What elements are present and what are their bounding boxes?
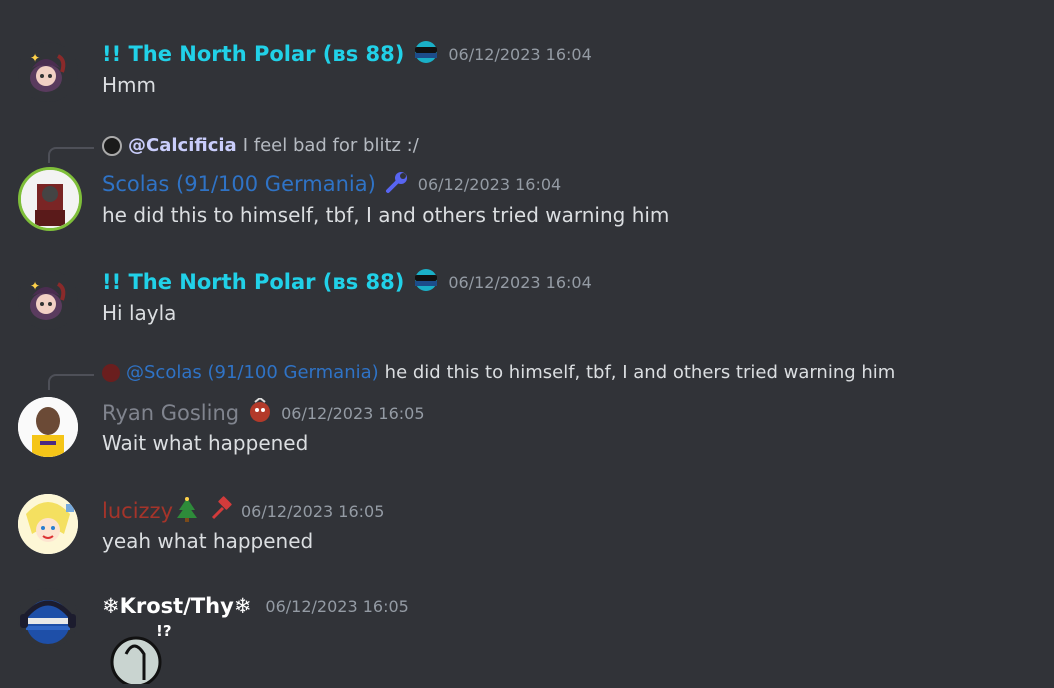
- svg-text:✦: ✦: [30, 51, 40, 65]
- sticker-text: !?: [156, 622, 172, 640]
- timestamp: 06/12/2023 16:04: [448, 44, 592, 64]
- avatar[interactable]: [18, 397, 78, 457]
- message-text: Hmm: [102, 73, 157, 97]
- timestamp: 06/12/2023 16:05: [241, 501, 385, 521]
- message-text: yeah what happened: [102, 529, 314, 553]
- sticker[interactable]: !?: [106, 622, 176, 688]
- author-name[interactable]: ❄Krost/Thy❄: [102, 594, 251, 618]
- reply-preview[interactable]: @Scolas (91/100 Germania) he did this to…: [102, 362, 895, 383]
- svg-text:✦: ✦: [30, 279, 40, 293]
- timestamp: 06/12/2023 16:05: [281, 403, 425, 423]
- message-text: he did this to himself, tbf, I and other…: [102, 203, 670, 227]
- sunglasses-ball-icon: [412, 40, 440, 68]
- author-name[interactable]: Scolas (91/100 Germania): [102, 172, 376, 196]
- wrench-icon: [384, 169, 410, 199]
- reply-mention[interactable]: @Scolas (91/100 Germania): [126, 362, 379, 383]
- avatar[interactable]: [18, 167, 82, 231]
- reply-avatar-icon: [102, 363, 120, 382]
- reply-avatar-icon: [102, 135, 122, 156]
- avatar[interactable]: [18, 588, 78, 648]
- clown-ball-icon: [247, 396, 273, 428]
- reply-text: he did this to himself, tbf, I and other…: [384, 362, 896, 383]
- message-text: Hi layla: [102, 301, 177, 325]
- author-name[interactable]: lucizzy: [102, 499, 173, 523]
- sunglasses-ball-icon: [412, 268, 440, 296]
- hammer-icon: [207, 496, 233, 526]
- reply-spine: [48, 374, 94, 390]
- avatar[interactable]: ✦: [18, 42, 78, 102]
- author-name[interactable]: !! The North Polar (ʙs 88): [102, 270, 404, 294]
- reply-text: I feel bad for blitz :/: [242, 135, 419, 156]
- reply-spine: [48, 147, 94, 163]
- message-text: Wait what happened: [102, 431, 309, 455]
- author-name[interactable]: !! The North Polar (ʙs 88): [102, 42, 404, 66]
- timestamp: 06/12/2023 16:04: [448, 272, 592, 292]
- reply-mention[interactable]: @Calcificia: [128, 135, 237, 156]
- timestamp: 06/12/2023 16:04: [417, 174, 562, 194]
- author-name[interactable]: Ryan Gosling: [102, 401, 239, 425]
- avatar[interactable]: ✦: [18, 270, 78, 330]
- tree-icon: [175, 496, 199, 526]
- avatar[interactable]: [18, 494, 78, 554]
- reply-preview[interactable]: @Calcificia I feel bad for blitz :/: [102, 135, 419, 156]
- timestamp: 06/12/2023 16:05: [265, 596, 409, 616]
